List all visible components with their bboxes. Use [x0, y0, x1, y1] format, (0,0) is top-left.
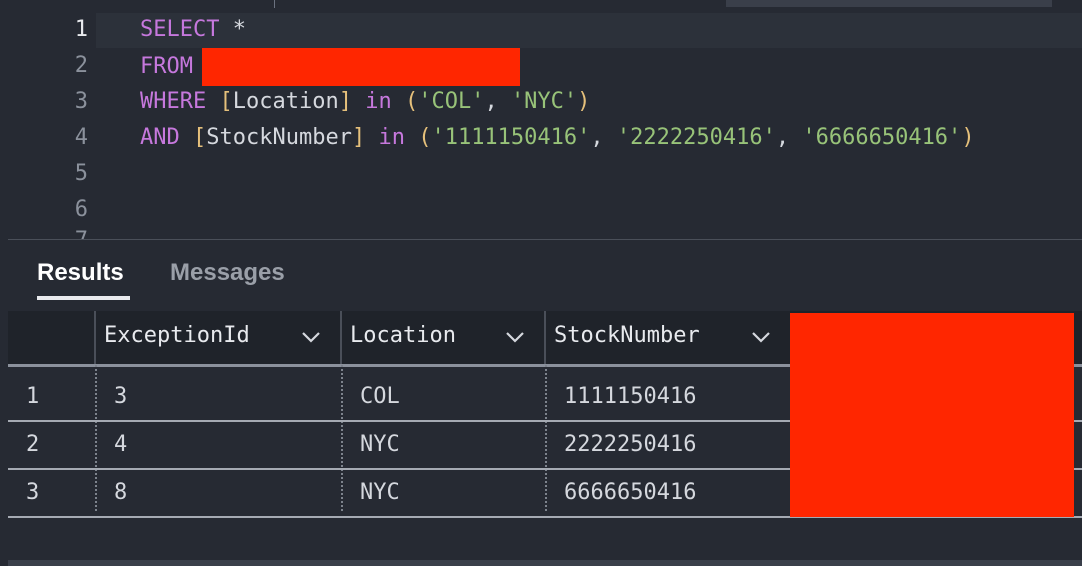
code-token: Location [232, 89, 339, 114]
tab-messages[interactable]: Messages [170, 257, 285, 289]
code-token: in [378, 125, 405, 150]
code-line[interactable]: 3 WHERE [Location] in ('COL', 'NYC') [0, 84, 1082, 120]
column-header-stocknumber[interactable]: StockNumber [554, 311, 784, 365]
cell-location[interactable]: NYC [360, 469, 400, 517]
code-token: '2222250416' [616, 125, 776, 150]
code-text: AND [StockNumber] in ('1111150416', '222… [140, 120, 975, 156]
column-separator[interactable] [94, 311, 96, 365]
column-header-exceptionid[interactable]: ExceptionId [104, 311, 340, 365]
code-token: * [232, 17, 246, 42]
code-line[interactable]: 5 [0, 156, 1082, 192]
code-token: ( [418, 125, 432, 150]
code-token: , [590, 125, 617, 150]
code-token: ) [961, 125, 975, 150]
cell-location[interactable]: COL [360, 373, 400, 421]
column-header-location[interactable]: Location [350, 311, 544, 365]
horizontal-scrollbar[interactable] [8, 560, 1082, 566]
editor-scroll-indicator [726, 0, 1052, 7]
code-line[interactable]: 6 [0, 192, 1082, 228]
code-token: in [365, 89, 392, 114]
column-separator[interactable] [544, 311, 546, 365]
code-line[interactable]: 1 SELECT * [0, 12, 1082, 48]
code-token: StockNumber [206, 125, 352, 150]
column-separator[interactable] [340, 311, 342, 365]
column-header-label: StockNumber [554, 323, 700, 348]
results-tabbar: Results Messages [0, 241, 1082, 311]
code-token: ( [404, 89, 419, 114]
code-token: [ [219, 89, 233, 114]
redacted-table-name [202, 48, 521, 86]
cell-exceptionid[interactable]: 4 [114, 421, 127, 469]
code-token: FROM [140, 54, 193, 79]
code-token: ) [577, 89, 591, 114]
query-editor[interactable]: 1 SELECT * 2 FROM 3 WHERE [Location] in ('CO… [0, 0, 1082, 240]
column-header-label: ExceptionId [104, 323, 250, 348]
tab-results[interactable]: Results [37, 257, 124, 289]
code-token: WHERE [140, 89, 207, 114]
code-line[interactable]: 4 AND [StockNumber] in ('1111150416', '22… [0, 120, 1082, 156]
line-number: 1 [74, 17, 88, 42]
code-text: FROM [140, 48, 521, 86]
cell-exceptionid[interactable]: 8 [114, 469, 127, 517]
redacted-column-block [790, 313, 1074, 517]
code-token: '1111150416' [431, 125, 591, 150]
row-number: 1 [26, 384, 40, 409]
editor-results-splitter[interactable] [8, 239, 1082, 240]
line-number: 2 [74, 53, 88, 78]
code-token: SELECT [140, 17, 220, 42]
code-text: SELECT * [140, 12, 246, 48]
line-number: 3 [74, 89, 88, 114]
chevron-down-icon[interactable] [300, 325, 322, 347]
line-number: 6 [74, 197, 88, 222]
code-text: WHERE [Location] in ('COL', 'NYC') [140, 84, 590, 120]
code-token: '6666650416' [802, 125, 962, 150]
code-token: [ [193, 125, 207, 150]
cell-stocknumber[interactable]: 2222250416 [564, 421, 696, 469]
results-grid[interactable]: ExceptionId Location StockNumber 1 3 COL… [8, 311, 1082, 518]
editor-marker [274, 0, 275, 8]
code-token: ] [338, 89, 352, 114]
line-number: 4 [74, 125, 88, 150]
code-token: ] [351, 125, 366, 150]
chevron-down-icon[interactable] [750, 325, 772, 347]
row-number: 3 [26, 480, 40, 505]
code-line[interactable]: 2 FROM [0, 48, 1082, 86]
code-token: , [484, 89, 511, 114]
code-token: 'NYC' [510, 89, 578, 114]
row-number: 2 [26, 432, 40, 457]
cell-stocknumber[interactable]: 1111150416 [564, 373, 696, 421]
line-number: 5 [74, 161, 88, 186]
code-token: , [775, 125, 803, 150]
code-token: AND [140, 125, 180, 150]
active-tab-indicator [37, 296, 130, 300]
chevron-down-icon[interactable] [504, 325, 526, 347]
cell-stocknumber[interactable]: 6666650416 [564, 469, 696, 517]
cell-exceptionid[interactable]: 3 [114, 373, 127, 421]
column-header-label: Location [350, 323, 456, 348]
cell-location[interactable]: NYC [360, 421, 400, 469]
code-token: 'COL' [418, 89, 485, 114]
